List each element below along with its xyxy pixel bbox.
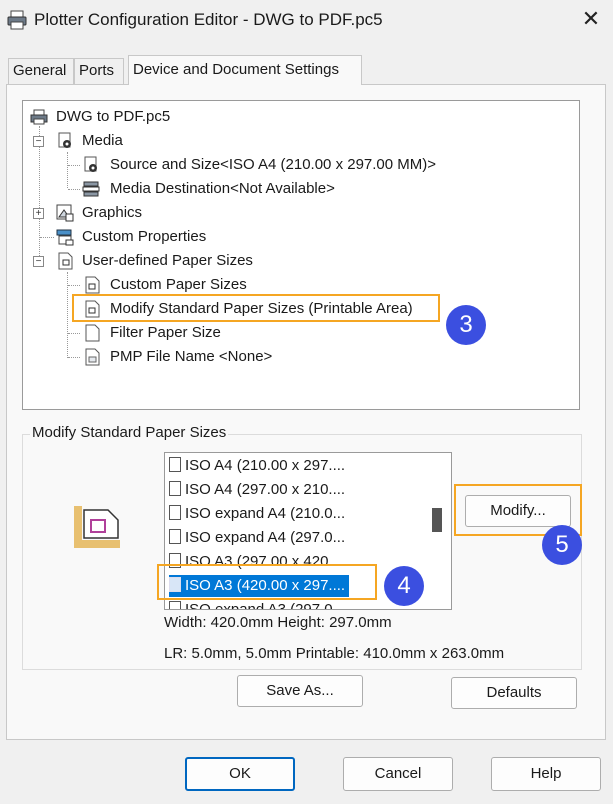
paper-size-preview-icon — [74, 506, 120, 548]
collapse-icon[interactable]: − — [33, 136, 44, 147]
page-icon — [169, 481, 181, 496]
user-defined-sizes-icon — [58, 252, 73, 270]
tree-item-custom-properties[interactable]: Custom Properties — [82, 226, 206, 248]
tab-ports[interactable]: Ports — [74, 58, 124, 84]
pmp-file-icon — [85, 348, 100, 366]
callout-badge-3: 3 — [446, 305, 486, 345]
list-item[interactable]: ISO A4 (297.00 x 210.... — [169, 479, 345, 501]
help-button[interactable]: Help — [491, 757, 601, 791]
media-destination-icon — [82, 181, 100, 197]
list-item[interactable]: ISO A4 (210.00 x 297.... — [169, 455, 345, 477]
group-label: Modify Standard Paper Sizes — [30, 424, 229, 441]
tree-connector — [67, 152, 68, 188]
size-info: Width: 420.0mm Height: 297.0mm — [164, 614, 392, 631]
callout-badge-5: 5 — [542, 525, 582, 565]
tree-item-media[interactable]: Media — [82, 130, 123, 152]
page-icon — [169, 457, 181, 472]
tree-item-graphics[interactable]: Graphics — [82, 202, 142, 224]
list-item[interactable]: ISO expand A4 (210.0... — [169, 503, 345, 525]
tree-connector — [68, 285, 80, 286]
window-title: Plotter Configuration Editor - DWG to PD… — [34, 10, 383, 29]
tree-connector — [68, 165, 80, 166]
tree-item-user-defined-sizes[interactable]: User-defined Paper Sizes — [82, 250, 253, 272]
modify-standard-sizes-icon — [85, 300, 100, 318]
custom-properties-icon — [56, 229, 74, 246]
save-as-button[interactable]: Save As... — [237, 675, 363, 707]
callout-highlight-4 — [157, 564, 377, 600]
callout-badge-4: 4 — [384, 566, 424, 606]
defaults-button[interactable]: Defaults — [451, 677, 577, 709]
modify-button[interactable]: Modify... — [465, 495, 571, 527]
expand-icon[interactable]: + — [33, 208, 44, 219]
tree-item-modify-standard-sizes[interactable]: Modify Standard Paper Sizes (Printable A… — [110, 298, 413, 320]
tree-item-source-size[interactable]: Source and Size<ISO A4 (210.00 x 297.00 … — [110, 154, 436, 176]
page-icon — [169, 601, 181, 609]
printer-icon — [30, 109, 48, 125]
tree-item-pmp-file[interactable]: PMP File Name <None> — [110, 346, 272, 368]
tree-item-custom-paper-sizes[interactable]: Custom Paper Sizes — [110, 274, 247, 296]
tab-general[interactable]: General — [8, 58, 74, 84]
list-item[interactable]: ISO expand A4 (297.0... — [169, 527, 345, 549]
custom-paper-sizes-icon — [85, 276, 100, 294]
printer-app-icon — [7, 10, 27, 30]
printable-info: LR: 5.0mm, 5.0mm Printable: 410.0mm x 26… — [164, 645, 505, 662]
page-icon — [169, 505, 181, 520]
tree-connector — [68, 189, 80, 190]
tree-connector — [68, 357, 80, 358]
tree-item-root[interactable]: DWG to PDF.pc5 — [56, 106, 170, 128]
list-scrollbar-thumb[interactable] — [432, 508, 442, 532]
tree-connector — [40, 237, 54, 238]
tab-device-and-document-settings[interactable]: Device and Document Settings — [128, 55, 362, 85]
media-gear-icon — [58, 132, 71, 148]
tree-item-media-destination[interactable]: Media Destination<Not Available> — [110, 178, 335, 200]
source-size-icon — [84, 156, 97, 172]
page-icon — [169, 529, 181, 544]
filter-paper-size-icon — [85, 324, 100, 342]
close-icon[interactable]: ✕ — [578, 6, 604, 32]
collapse-icon[interactable]: − — [33, 256, 44, 267]
list-item[interactable]: ISO expand A3 (297.0... — [169, 599, 345, 609]
tree-item-filter-paper-size[interactable]: Filter Paper Size — [110, 322, 221, 344]
tree-connector — [68, 333, 80, 334]
ok-button[interactable]: OK — [185, 757, 295, 791]
graphics-icon — [56, 204, 74, 222]
cancel-button[interactable]: Cancel — [343, 757, 453, 791]
